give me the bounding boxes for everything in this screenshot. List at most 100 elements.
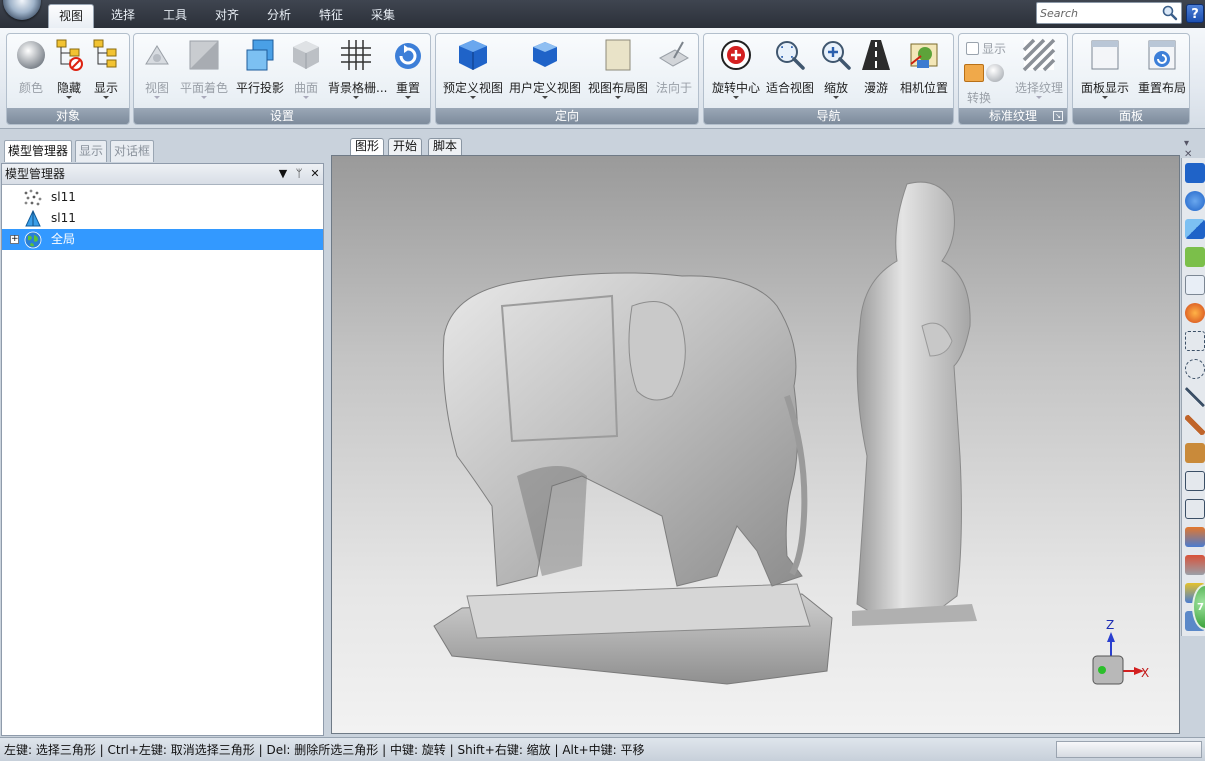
panel-title: 模型管理器: [5, 167, 66, 181]
search-input[interactable]: [1040, 5, 1158, 21]
normal-to-label: 法向于: [655, 81, 692, 95]
reset-layout-icon: [1148, 40, 1176, 70]
graphics-viewport[interactable]: Z X: [331, 155, 1180, 734]
chevron-down-icon: [733, 96, 739, 99]
polygon-select-icon[interactable]: [1185, 471, 1205, 491]
texture-convert-button[interactable]: [963, 63, 1005, 83]
reset-label: 重置: [395, 81, 420, 95]
user-defined-view-label: 用户定义视图: [508, 81, 581, 95]
dialog-launcher-icon[interactable]: ↘: [1053, 111, 1063, 121]
tab-dialog[interactable]: 对话框: [110, 140, 155, 162]
tab-features[interactable]: 特征: [308, 4, 354, 28]
standing-figure-model[interactable]: [852, 181, 977, 626]
rotation-center-button[interactable]: 旋转中心: [708, 38, 764, 104]
point-cloud-icon: [24, 189, 42, 206]
tree-item-point-cloud[interactable]: sl11: [2, 187, 323, 208]
paint-tool-icon[interactable]: [1185, 443, 1205, 463]
tab-display[interactable]: 显示: [75, 140, 108, 162]
texture-show-checkbox[interactable]: [966, 42, 979, 55]
fly-label: 漫游: [863, 81, 888, 95]
flat-shading-button[interactable]: 平面着色: [178, 38, 230, 104]
rotate-tool-icon[interactable]: [1185, 303, 1205, 323]
view-layout-button[interactable]: 视图布局图: [586, 38, 650, 104]
ribbon-tab-bar: 视图 选择 工具 对齐 分析 特征 采集 ?: [0, 0, 1205, 28]
lasso-select-icon[interactable]: [1185, 359, 1205, 379]
plane-view-icon[interactable]: [1185, 219, 1205, 239]
camera-position-button[interactable]: 相机位置: [898, 38, 950, 104]
reset-icon: [395, 43, 421, 69]
help-button[interactable]: ?: [1186, 4, 1204, 23]
pin-icon[interactable]: ᛘ: [292, 166, 306, 182]
predefined-view-label: 预定义视图: [442, 81, 503, 95]
predefined-view-button[interactable]: 预定义视图: [440, 38, 506, 104]
rect-select-icon[interactable]: [1185, 331, 1205, 351]
group-texture: 显示 转换 选择纹理 标准纹理 ↘: [958, 33, 1068, 125]
tab-script[interactable]: 脚本: [428, 138, 463, 155]
select-through-icon[interactable]: [1185, 527, 1205, 547]
chevron-down-icon: [1036, 96, 1042, 99]
status-bar: 左键: 选择三角形 | Ctrl+左键: 取消选择三角形 | Del: 删除所选…: [0, 737, 1205, 761]
show-tree-icon: [93, 39, 117, 68]
tree-item-mesh[interactable]: sl11: [2, 208, 323, 229]
zoom-label: 缩放: [823, 81, 848, 95]
tab-graphics[interactable]: 图形: [350, 138, 385, 155]
tab-align[interactable]: 对齐: [204, 4, 250, 28]
tab-model-manager[interactable]: 模型管理器: [4, 140, 73, 162]
color-button[interactable]: 颜色: [11, 38, 51, 104]
select-visible-icon[interactable]: [1185, 555, 1205, 575]
chevron-down-icon[interactable]: ▾ ✕: [1184, 138, 1200, 160]
surface-cube-icon: [293, 41, 319, 69]
tab-tools[interactable]: 工具: [152, 4, 198, 28]
texture-convert-label: 转换: [967, 91, 992, 105]
group-object: 颜色 隐藏 显示 对象: [6, 33, 130, 125]
elephant-statue-model[interactable]: [433, 272, 833, 685]
line-select-icon[interactable]: [1185, 387, 1205, 407]
application-menu-button[interactable]: [3, 0, 41, 20]
tab-capture[interactable]: 采集: [360, 4, 406, 28]
normal-plane-icon: [658, 41, 690, 67]
scene-canvas: Z X: [433, 181, 1149, 685]
layers-icon[interactable]: [1185, 247, 1205, 267]
view-button[interactable]: 视图: [138, 38, 176, 104]
background-grid-button[interactable]: 背景格栅...: [328, 38, 388, 104]
tree-item-label: sl11: [51, 211, 76, 225]
group-label-object: 对象: [7, 108, 129, 124]
sphere-icon: [17, 41, 45, 69]
polyline-select-icon[interactable]: [1185, 499, 1205, 519]
chevron-down-icon: [66, 96, 72, 99]
normal-to-button[interactable]: 法向于: [652, 38, 696, 104]
document-tabs: 图形 开始 脚本 ▾ ✕: [330, 138, 1200, 160]
panel-display-button[interactable]: 面板显示: [1077, 38, 1133, 104]
surface-button[interactable]: 曲面: [286, 38, 326, 104]
select-texture-button[interactable]: 选择纹理: [1011, 38, 1067, 104]
parallel-projection-button[interactable]: 平行投影: [234, 38, 286, 104]
expand-icon[interactable]: +: [10, 235, 19, 244]
reset-layout-button[interactable]: 重置布局: [1135, 38, 1189, 104]
surface-label: 曲面: [293, 81, 318, 95]
user-defined-view-button[interactable]: 用户定义视图: [508, 38, 582, 104]
chevron-down-icon: [470, 96, 476, 99]
hide-button[interactable]: 隐藏: [50, 38, 88, 104]
zoom-tool-icon[interactable]: [1185, 275, 1205, 295]
parallel-projection-label: 平行投影: [235, 81, 284, 95]
tab-select[interactable]: 选择: [100, 4, 146, 28]
fly-button[interactable]: 漫游: [856, 38, 896, 104]
view-shape-icon: [145, 45, 169, 65]
tab-view[interactable]: 视图: [48, 4, 94, 28]
brush-select-icon[interactable]: [1185, 415, 1205, 435]
search-icon[interactable]: [1161, 5, 1179, 21]
close-icon[interactable]: ✕: [308, 166, 322, 182]
fit-view-button[interactable]: 适合视图: [766, 38, 814, 104]
hide-label: 隐藏: [56, 81, 81, 95]
cube-view-icon[interactable]: [1185, 163, 1205, 183]
tab-analysis[interactable]: 分析: [256, 4, 302, 28]
fit-view-magnifier-icon: [776, 41, 805, 70]
dropdown-icon[interactable]: ▼: [276, 166, 290, 182]
reset-view-icon[interactable]: [1185, 191, 1205, 211]
tree-item-global[interactable]: + 全局: [2, 229, 323, 250]
tab-start[interactable]: 开始: [388, 138, 423, 155]
show-button[interactable]: 显示: [87, 38, 125, 104]
zoom-button[interactable]: 缩放: [816, 38, 856, 104]
reset-button[interactable]: 重置: [388, 38, 428, 104]
background-grid-label: 背景格栅...: [328, 81, 388, 95]
